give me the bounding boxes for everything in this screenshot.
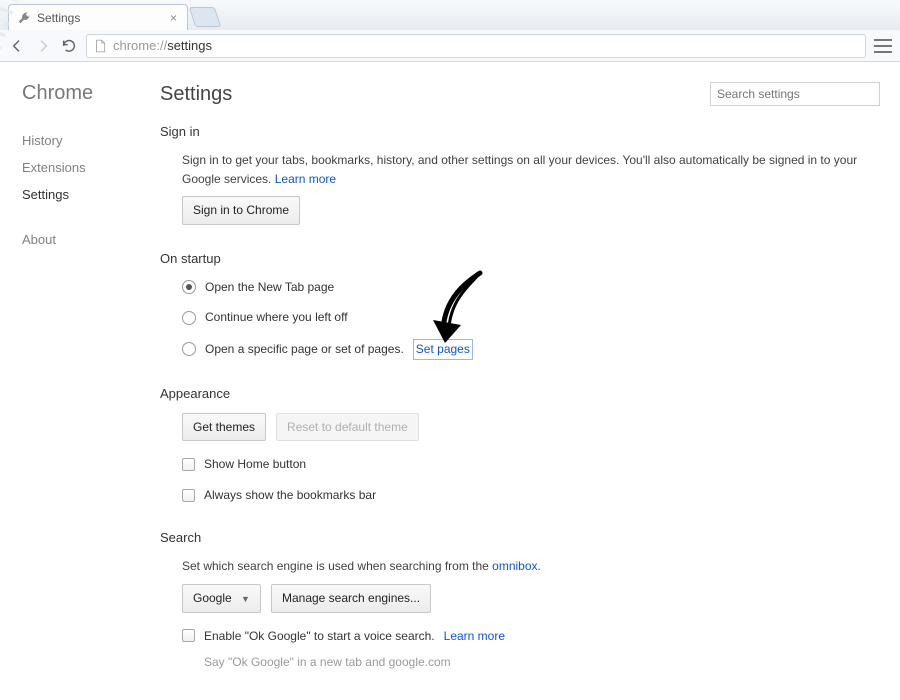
sidebar-item-extensions[interactable]: Extensions [22,154,130,181]
hamburger-icon[interactable] [874,39,892,53]
section-appearance: Appearance Get themes Reset to default t… [160,386,880,505]
section-signin: Sign in Sign in to get your tabs, bookma… [160,124,880,225]
main-panel: Settings Sign in Sign in to get your tab… [130,62,900,700]
label-show-home: Show Home button [204,455,306,474]
section-startup: On startup Open the New Tab page Continu… [160,251,880,360]
section-title-appearance: Appearance [160,386,880,401]
content-area: Chrome History Extensions Settings About… [0,62,900,700]
url-path: settings [167,38,212,53]
label-ok-google: Enable "Ok Google" to start a voice sear… [204,627,435,646]
checkbox-ok-google[interactable] [182,629,195,642]
checkbox-show-bookmarks[interactable] [182,489,195,502]
sidebar-item-settings[interactable]: Settings [22,181,130,208]
new-tab-button[interactable] [189,7,221,27]
sidebar-item-about[interactable]: About [22,226,130,253]
back-icon[interactable] [8,37,26,55]
address-bar[interactable]: chrome://settings [86,34,866,58]
wrench-icon [17,11,31,25]
chevron-down-icon: ▼ [241,594,250,604]
checkbox-show-home[interactable] [182,458,195,471]
label-specific-pages: Open a specific page or set of pages. [205,340,404,359]
label-show-bookmarks: Always show the bookmarks bar [204,486,376,505]
get-themes-button[interactable]: Get themes [182,413,266,442]
sidebar: Chrome History Extensions Settings About [0,62,130,700]
search-desc-pre: Set which search engine is used when sea… [182,559,492,573]
search-engine-select[interactable]: Google ▼ [182,584,261,613]
forward-icon [34,37,52,55]
tab-title: Settings [37,11,168,25]
tab-strip: Settings × [0,0,900,30]
sidebar-item-history[interactable]: History [22,127,130,154]
search-engine-value: Google [193,591,232,605]
radio-specific-pages[interactable] [182,342,196,356]
toolbar: chrome://settings [0,30,900,62]
ok-google-hint: Say "Ok Google" in a new tab and google.… [204,653,880,672]
reload-icon[interactable] [60,37,78,55]
browser-tab[interactable]: Settings × [8,4,188,30]
search-desc-post: . [538,559,541,573]
manage-search-engines-button[interactable]: Manage search engines... [271,584,431,613]
omnibox-link[interactable]: omnibox [492,559,537,573]
section-title-search: Search [160,530,880,545]
brand-title: Chrome [22,82,130,105]
close-icon[interactable]: × [168,11,179,25]
section-search: Search Set which search engine is used w… [160,530,880,671]
label-open-new-tab: Open the New Tab page [205,278,334,297]
radio-continue[interactable] [182,311,196,325]
label-continue: Continue where you left off [205,308,348,327]
page-title: Settings [160,83,710,106]
section-title-startup: On startup [160,251,880,266]
section-title-signin: Sign in [160,124,880,139]
page-icon [93,39,107,53]
ok-google-learn-more-link[interactable]: Learn more [444,627,505,646]
set-pages-link[interactable]: Set pages [413,339,473,360]
url-scheme: chrome:// [113,38,167,53]
search-settings-input[interactable] [710,82,880,106]
signin-learn-more-link[interactable]: Learn more [275,172,336,186]
reset-theme-button: Reset to default theme [276,413,419,442]
radio-open-new-tab[interactable] [182,280,196,294]
sign-in-button[interactable]: Sign in to Chrome [182,196,300,225]
